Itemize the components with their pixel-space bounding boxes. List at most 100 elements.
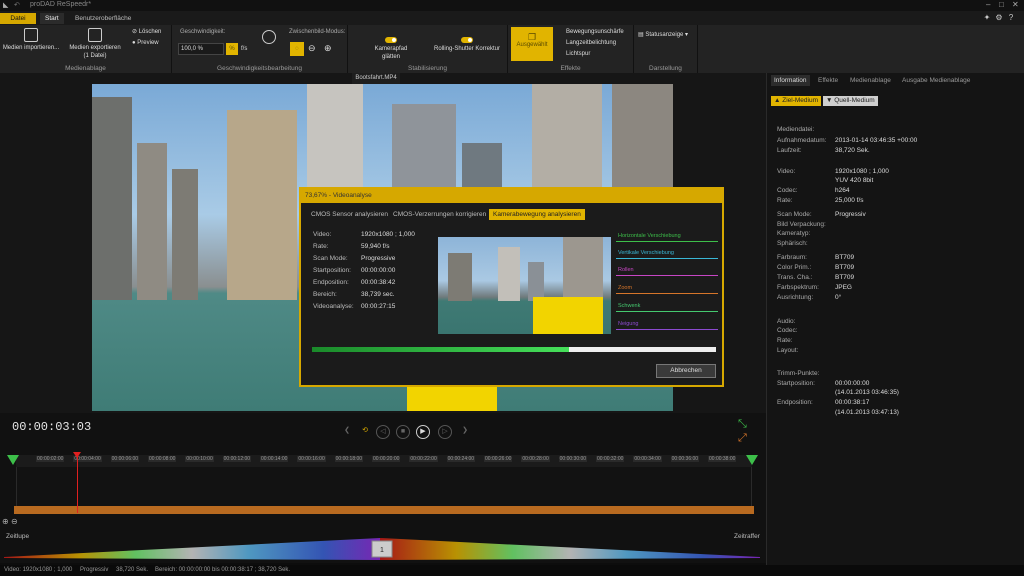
interframe-add-button[interactable]: ⊕ [324, 44, 332, 53]
tab-media-bin[interactable]: Medienablage [847, 75, 894, 86]
out-marker[interactable] [746, 455, 758, 465]
status-display-dropdown[interactable]: ▤ Statusanzeige ▾ [638, 31, 688, 39]
preview-toggle[interactable]: ● Preview [132, 39, 159, 47]
loop-icon[interactable]: ⟲ [358, 425, 372, 439]
settings-icon[interactable]: ⚙ [994, 13, 1004, 23]
ruler-tick: 00:00:02:00 [36, 456, 65, 462]
pin-icon[interactable]: ✦ [982, 13, 992, 23]
group-stabilization: Kamerapfad glätten Rolling-Shutter Korre… [348, 25, 508, 73]
export-media-button[interactable]: Medien exportieren (1 Datei) [64, 28, 126, 60]
speed-curve[interactable]: 1 [0, 536, 766, 562]
effects-selected-button[interactable]: ❐ Ausgewählt [511, 27, 553, 61]
tab-output-media[interactable]: Ausgabe Medienablage [899, 75, 973, 86]
graph-label: Zoom [618, 285, 633, 291]
tab-cmos-sensor[interactable]: CMOS Sensor analysieren [307, 209, 392, 220]
info-row-label: Codec: [777, 187, 798, 194]
minimize-button[interactable]: – [986, 0, 990, 9]
motion-blur-item[interactable]: Bewegungsunschärfe [566, 28, 624, 36]
interframe-blend-button[interactable]: ◌ [290, 42, 304, 56]
section-media-file: Mediendatei: [777, 126, 815, 133]
stop-icon[interactable]: ■ [396, 425, 410, 439]
info-row-value: 00:00:38:17 [835, 399, 870, 406]
playhead-handle[interactable] [73, 452, 81, 458]
tab-file[interactable]: Datei [0, 13, 36, 24]
long-exposure-item[interactable]: Langzeitbelichtung [566, 39, 616, 47]
ruler-tick: 00:00:28:00 [521, 456, 550, 462]
ruler-tick: 00:00:30:00 [558, 456, 588, 462]
graph-label: Schwenk [618, 303, 641, 309]
dialog-title: 73,67% - Videoanalyse [301, 189, 722, 203]
info-row-label: Rate: [777, 197, 793, 204]
info-value: 00:00:27:15 [361, 303, 396, 310]
delete-label: Löschen [138, 29, 162, 35]
graph-line [616, 241, 718, 242]
delete-button[interactable]: ⊘ Löschen [132, 28, 161, 36]
maximize-button[interactable]: □ [999, 0, 1004, 9]
tab-start[interactable]: Start [40, 13, 64, 24]
tab-effects[interactable]: Effekte [815, 75, 841, 86]
target-media-button[interactable]: ▲ Ziel-Medium [771, 96, 822, 106]
info-value: 38,739 sec. [361, 291, 395, 298]
play-icon[interactable]: ▶ [416, 425, 430, 439]
info-label: Scan Mode: [313, 255, 348, 262]
group-effects-label: Effekte [560, 65, 581, 72]
ruler-tick: 00:00:12:00 [222, 456, 252, 462]
analysis-dialog: 73,67% - Videoanalyse CMOS Sensor analys… [299, 187, 724, 387]
step-back-icon[interactable]: ◁ [376, 425, 390, 439]
info-row-value: 38,720 Sek. [835, 147, 870, 154]
ruler-tick: 00:00:10:00 [185, 456, 214, 462]
info-value: 59,940 f/s [361, 243, 390, 250]
clip-bar[interactable] [14, 506, 754, 514]
graph-line [616, 329, 718, 330]
prev-icon[interactable]: ❮ [340, 425, 354, 439]
app-logo-icon: ◣ [3, 2, 9, 9]
tab-camera-motion[interactable]: Kamerabewegung analysieren [489, 209, 585, 220]
group-effects: ❐ Ausgewählt Bewegungsunschärfe Langzeit… [508, 25, 634, 73]
in-marker[interactable] [7, 455, 19, 465]
video-filename: Bootsfahrt.MP4 [352, 73, 400, 84]
tab-user-interface[interactable]: Benutzeroberfläche [70, 13, 136, 24]
ruler-tick: 00:00:22:00 [409, 456, 438, 462]
step-forward-icon[interactable]: ▷ [438, 425, 452, 439]
rolling-shutter-switch [461, 37, 473, 44]
close-button[interactable]: ✕ [1012, 0, 1019, 9]
motion-graphs: Horizontale Verschiebung Vertikale Versc… [616, 233, 718, 337]
graph-label: Vertikale Verschiebung [618, 250, 674, 256]
interframe-none-button[interactable]: ⊖ [308, 44, 316, 53]
undo-icon[interactable]: ↶ [14, 1, 20, 9]
next-icon[interactable]: ❯ [458, 425, 472, 439]
tab-cmos-correct[interactable]: CMOS-Verzerrungen korrigieren [389, 209, 490, 220]
clock-icon[interactable] [262, 30, 276, 44]
source-media-button[interactable]: ▼ Quell-Medium [823, 96, 878, 106]
collapse-icon[interactable]: ⤢ [738, 432, 747, 445]
zoom-out-icon[interactable]: ⊖ [11, 517, 18, 526]
info-row-value: YUV 420 8bit [835, 177, 874, 184]
import-media-button[interactable]: Medien importieren... [2, 28, 60, 52]
ruler-tick: 00:00:06:00 [110, 456, 140, 462]
timeline-track[interactable] [16, 467, 752, 507]
delete-icon: ⊘ [132, 29, 138, 35]
ruler-tick: 00:00:24:00 [446, 456, 476, 462]
light-trail-item[interactable]: Lichtspur [566, 50, 590, 58]
fps-label[interactable]: f/s [241, 45, 247, 53]
info-panel: Information Effekte Medienablage Ausgabe… [766, 73, 1024, 576]
ruler-tick: 00:00:26:00 [484, 456, 513, 462]
rolling-shutter-toggle[interactable]: Rolling-Shutter Korrektur [430, 37, 504, 53]
tab-information[interactable]: Information [771, 75, 810, 86]
info-value: 00:00:38:42 [361, 279, 396, 286]
ruler-tick: 00:00:32:00 [596, 456, 625, 462]
rolling-shutter-label: Rolling-Shutter Korrektur [433, 46, 501, 52]
expand-icon[interactable]: ⤡ [738, 418, 747, 431]
zoom-in-icon[interactable]: ⊕ [2, 517, 9, 526]
percent-toggle[interactable]: % [226, 43, 238, 55]
info-row-label: Video: [777, 168, 796, 175]
playhead[interactable] [77, 455, 78, 513]
timeline-ruler: 00:00:02:00 00:00:04:00 00:00:06:00 00:00:0… [16, 455, 752, 467]
camera-smooth-toggle[interactable]: Kamerapfad glätten [366, 37, 416, 61]
graph-label: Neigung [618, 321, 639, 327]
info-row-label: Layout: [777, 347, 799, 354]
help-icon[interactable]: ? [1006, 13, 1016, 23]
export-media-label: Medien exportieren [69, 45, 121, 51]
cancel-button[interactable]: Abbrechen [656, 364, 716, 378]
speed-input[interactable]: 100,0 % [178, 43, 224, 55]
